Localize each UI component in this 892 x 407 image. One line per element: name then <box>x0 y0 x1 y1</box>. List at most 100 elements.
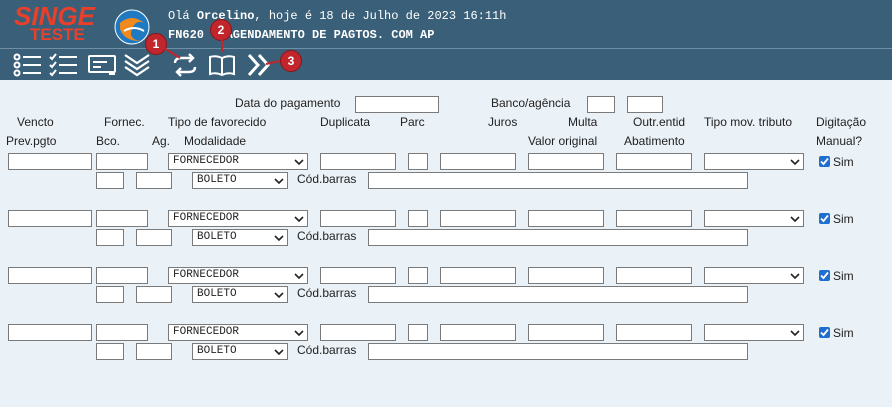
manual-checkbox[interactable] <box>819 213 830 224</box>
col-outr-entid: Outr.entid <box>633 115 686 129</box>
vencto-input[interactable] <box>8 267 92 284</box>
parc-input[interactable] <box>408 153 428 170</box>
favorecido-select[interactable]: FORNECEDOR <box>168 267 308 284</box>
juros-input[interactable] <box>440 153 516 170</box>
toolbar <box>0 48 892 80</box>
bco-input[interactable] <box>96 343 124 360</box>
col-ag: Ag. <box>152 134 171 148</box>
entry-row: FORNECEDOR Sim BOLETO Cód.barras <box>0 153 892 193</box>
juros-input[interactable] <box>440 210 516 227</box>
barcode-label: Cód.barras <box>297 343 357 357</box>
col-abatimento: Abatimento <box>624 134 685 148</box>
vencto-input[interactable] <box>8 210 92 227</box>
manual-label: Sim <box>833 212 854 226</box>
bco-input[interactable] <box>96 172 124 189</box>
barcode-label: Cód.barras <box>297 286 357 300</box>
barcode-label: Cód.barras <box>297 172 357 186</box>
col-tipo-favorecido: Tipo de favorecido <box>168 115 267 129</box>
col-bco: Bco. <box>96 134 121 148</box>
card-icon <box>88 55 116 75</box>
parc-input[interactable] <box>408 267 428 284</box>
manual-checkbox[interactable] <box>819 327 830 338</box>
duplicata-input[interactable] <box>320 153 396 170</box>
ag-input[interactable] <box>136 229 172 246</box>
multa-input[interactable] <box>528 267 604 284</box>
entry-row: FORNECEDOR Sim BOLETO Cód.barras <box>0 210 892 250</box>
multa-input[interactable] <box>528 210 604 227</box>
col-tipo-mov-tributo: Tipo mov. tributo <box>704 115 793 129</box>
app-header: SINGE TESTE Olá Orcelino, hoje é 18 de J… <box>0 0 892 48</box>
entry-row: FORNECEDOR Sim BOLETO Cód.barras <box>0 267 892 307</box>
barcode-label: Cód.barras <box>297 229 357 243</box>
modalidade-select[interactable]: BOLETO <box>192 286 288 303</box>
col-fornec: Fornec. <box>104 115 145 129</box>
tipo-mov-tributo-select[interactable] <box>704 267 804 284</box>
col-modalidade: Modalidade <box>184 134 247 148</box>
bco-input[interactable] <box>96 286 124 303</box>
payment-date-input[interactable] <box>355 96 439 113</box>
favorecido-select[interactable]: FORNECEDOR <box>168 153 308 170</box>
tipo-mov-tributo-select[interactable] <box>704 324 804 341</box>
juros-input[interactable] <box>440 324 516 341</box>
outr-entid-input[interactable] <box>616 210 692 227</box>
vencto-input[interactable] <box>8 153 92 170</box>
duplicata-input[interactable] <box>320 267 396 284</box>
col-manual: Manual? <box>816 134 863 148</box>
agency-code-input[interactable] <box>627 96 663 113</box>
manual-checkbox[interactable] <box>819 270 830 281</box>
barcode-input[interactable] <box>368 343 748 360</box>
barcode-input[interactable] <box>368 286 748 303</box>
manual-label: Sim <box>833 155 854 169</box>
col-juros: Juros <box>488 115 518 129</box>
badge-1-pointer <box>163 47 181 59</box>
outr-entid-input[interactable] <box>616 324 692 341</box>
bank-label: Banco/agência <box>491 96 571 110</box>
manual-checkbox[interactable] <box>819 156 830 167</box>
juros-input[interactable] <box>440 267 516 284</box>
checklist-button[interactable] <box>48 52 80 78</box>
tipo-mov-tributo-select[interactable] <box>704 153 804 170</box>
parc-input[interactable] <box>408 324 428 341</box>
modalidade-select[interactable]: BOLETO <box>192 343 288 360</box>
ag-input[interactable] <box>136 343 172 360</box>
card-button[interactable] <box>86 52 118 78</box>
modalidade-select[interactable]: BOLETO <box>192 229 288 246</box>
multa-input[interactable] <box>528 153 604 170</box>
fornec-input[interactable] <box>96 267 148 284</box>
parc-input[interactable] <box>408 210 428 227</box>
badge-3-pointer <box>265 60 281 65</box>
col-multa: Multa <box>568 115 598 129</box>
favorecido-select[interactable]: FORNECEDOR <box>168 210 308 227</box>
modalidade-select[interactable]: BOLETO <box>192 172 288 189</box>
ag-input[interactable] <box>136 172 172 189</box>
screen-title: FN620 - AGENDAMENTO DE PAGTOS. COM AP <box>168 28 435 42</box>
tipo-mov-tributo-select[interactable] <box>704 210 804 227</box>
collapse-icon <box>124 54 150 77</box>
col-parc: Parc <box>400 115 425 129</box>
outr-entid-input[interactable] <box>616 267 692 284</box>
logo-text-bottom: TESTE <box>30 25 85 44</box>
fornec-input[interactable] <box>96 324 148 341</box>
fornec-input[interactable] <box>96 153 148 170</box>
outr-entid-input[interactable] <box>616 153 692 170</box>
bank-code-input[interactable] <box>587 96 615 113</box>
collapse-button[interactable] <box>122 52 152 78</box>
favorecido-select[interactable]: FORNECEDOR <box>168 324 308 341</box>
col-vencto: Vencto <box>17 115 54 129</box>
multa-input[interactable] <box>528 324 604 341</box>
list-button[interactable] <box>12 52 44 78</box>
ag-input[interactable] <box>136 286 172 303</box>
col-prev-pgto: Prev.pgto <box>6 134 57 148</box>
payment-date-label: Data do pagamento <box>235 96 341 110</box>
fornec-input[interactable] <box>96 210 148 227</box>
col-valor-original: Valor original <box>528 134 598 148</box>
vencto-input[interactable] <box>8 324 92 341</box>
badge-2-pointer <box>221 36 223 52</box>
duplicata-input[interactable] <box>320 210 396 227</box>
barcode-input[interactable] <box>368 229 748 246</box>
bco-input[interactable] <box>96 229 124 246</box>
barcode-input[interactable] <box>368 172 748 189</box>
entry-row: FORNECEDOR Sim BOLETO Cód.barras <box>0 324 892 364</box>
list-icon <box>13 53 41 77</box>
duplicata-input[interactable] <box>320 324 396 341</box>
